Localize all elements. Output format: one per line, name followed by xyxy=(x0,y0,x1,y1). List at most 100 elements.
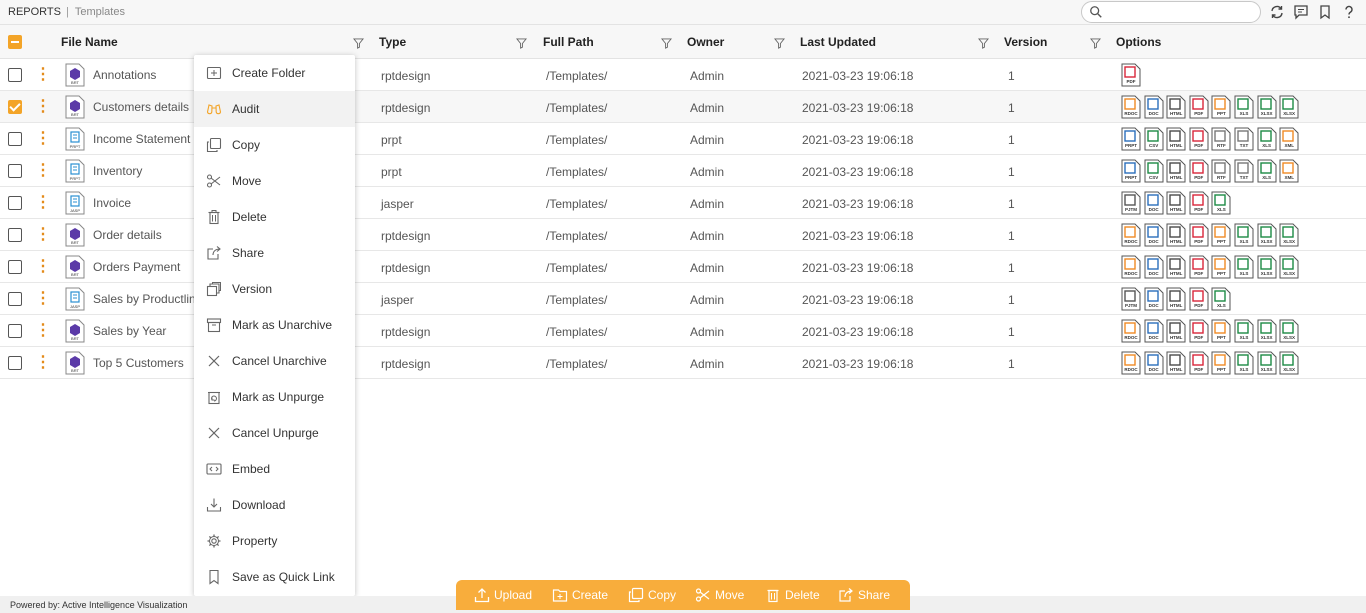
menu-item-move[interactable]: Move xyxy=(194,163,355,199)
menu-item-delete[interactable]: Delete xyxy=(194,199,355,235)
format-rdoc-icon[interactable]: RDOC xyxy=(1121,319,1141,343)
format-xls-icon[interactable]: XLS xyxy=(1234,223,1254,247)
format-txt-icon[interactable]: TXT xyxy=(1234,159,1254,183)
filter-icon[interactable] xyxy=(1090,38,1101,49)
menu-item-version[interactable]: Version xyxy=(194,271,355,307)
format-html-icon[interactable]: HTML xyxy=(1166,351,1186,375)
format-rdoc-icon[interactable]: RDOC xyxy=(1121,223,1141,247)
format-doc-icon[interactable]: DOC xyxy=(1144,319,1164,343)
format-xlsx-icon[interactable]: XLSX xyxy=(1257,319,1277,343)
format-xlsx-icon[interactable]: XLSX xyxy=(1279,223,1299,247)
menu-item-audit[interactable]: Audit xyxy=(194,91,355,127)
format-txt-icon[interactable]: TXT xyxy=(1234,127,1254,151)
format-pdf-icon[interactable]: PDF xyxy=(1189,95,1209,119)
file-name[interactable]: Invoice xyxy=(93,196,197,210)
menu-item-save-as-quick-link[interactable]: Save as Quick Link xyxy=(194,559,355,595)
filter-icon[interactable] xyxy=(516,38,527,49)
format-html-icon[interactable]: HTML xyxy=(1166,319,1186,343)
file-name[interactable]: Annotations xyxy=(93,68,197,82)
format-pdf-icon[interactable]: PDF xyxy=(1189,255,1209,279)
format-pdf-icon[interactable]: PDF xyxy=(1189,191,1209,215)
filter-icon[interactable] xyxy=(353,38,364,49)
row-menu-icon[interactable]: ⋮ xyxy=(35,322,51,340)
row-checkbox[interactable] xyxy=(8,196,22,210)
format-doc-icon[interactable]: DOC xyxy=(1144,287,1164,311)
format-doc-icon[interactable]: DOC xyxy=(1144,95,1164,119)
file-name[interactable]: Customers details xyxy=(93,100,197,114)
column-file-name[interactable]: File Name xyxy=(61,35,118,49)
row-menu-icon[interactable]: ⋮ xyxy=(35,226,51,244)
format-pdf-icon[interactable]: PDF xyxy=(1121,63,1141,87)
format-doc-icon[interactable]: DOC xyxy=(1144,223,1164,247)
select-all-checkbox[interactable] xyxy=(8,35,22,49)
menu-item-create-folder[interactable]: Create Folder xyxy=(194,55,355,91)
format-xls-icon[interactable]: XLS xyxy=(1234,95,1254,119)
format-xml-icon[interactable]: XML xyxy=(1279,127,1299,151)
file-name[interactable]: Sales by Productline xyxy=(93,292,197,306)
format-html-icon[interactable]: HTML xyxy=(1166,287,1186,311)
format-pdf-icon[interactable]: PDF xyxy=(1189,351,1209,375)
breadcrumb-root[interactable]: REPORTS xyxy=(8,6,61,18)
format-doc-icon[interactable]: DOC xyxy=(1144,255,1164,279)
format-xls-icon[interactable]: XLS xyxy=(1234,255,1254,279)
format-ppt-icon[interactable]: PPT xyxy=(1211,95,1231,119)
row-checkbox[interactable] xyxy=(8,68,22,82)
file-name[interactable]: Inventory xyxy=(93,164,197,178)
format-ppt-icon[interactable]: PPT xyxy=(1211,255,1231,279)
row-menu-icon[interactable]: ⋮ xyxy=(35,194,51,212)
filter-icon[interactable] xyxy=(978,38,989,49)
column-owner[interactable]: Owner xyxy=(687,35,724,49)
menu-item-mark-as-unpurge[interactable]: Mark as Unpurge xyxy=(194,379,355,415)
format-xlsx-icon[interactable]: XLSX xyxy=(1279,319,1299,343)
column-last-updated[interactable]: Last Updated xyxy=(800,35,876,49)
menu-item-download[interactable]: Download xyxy=(194,487,355,523)
menu-item-cancel-unpurge[interactable]: Cancel Unpurge xyxy=(194,415,355,451)
format-html-icon[interactable]: HTML xyxy=(1166,127,1186,151)
format-xlsx-icon[interactable]: XLSX xyxy=(1279,95,1299,119)
row-menu-icon[interactable]: ⋮ xyxy=(35,354,51,372)
file-name[interactable]: Orders Payment xyxy=(93,260,197,274)
menu-item-share[interactable]: Share xyxy=(194,235,355,271)
format-doc-icon[interactable]: DOC xyxy=(1144,191,1164,215)
format-xls-icon[interactable]: XLS xyxy=(1211,191,1231,215)
format-html-icon[interactable]: HTML xyxy=(1166,255,1186,279)
refresh-icon[interactable] xyxy=(1269,4,1285,20)
file-name[interactable]: Top 5 Customers xyxy=(93,356,197,370)
menu-item-mark-as-unarchive[interactable]: Mark as Unarchive xyxy=(194,307,355,343)
row-menu-icon[interactable]: ⋮ xyxy=(35,162,51,180)
row-checkbox[interactable] xyxy=(8,260,22,274)
row-menu-icon[interactable]: ⋮ xyxy=(35,258,51,276)
menu-item-copy[interactable]: Copy xyxy=(194,127,355,163)
row-checkbox[interactable] xyxy=(8,164,22,178)
column-type[interactable]: Type xyxy=(379,35,406,49)
column-version[interactable]: Version xyxy=(1004,35,1047,49)
format-xlsx-icon[interactable]: XLSX xyxy=(1279,351,1299,375)
format-pdf-icon[interactable]: PDF xyxy=(1189,319,1209,343)
format-prpt-icon[interactable]: PRPT xyxy=(1121,159,1141,183)
format-html-icon[interactable]: HTML xyxy=(1166,159,1186,183)
format-ppt-icon[interactable]: PPT xyxy=(1211,223,1231,247)
format-doc-icon[interactable]: DOC xyxy=(1144,351,1164,375)
format-rtf-icon[interactable]: RTF xyxy=(1211,127,1231,151)
format-csv-icon[interactable]: CSV xyxy=(1144,127,1164,151)
format-xlsx-icon[interactable]: XLSX xyxy=(1257,95,1277,119)
format-rdoc-icon[interactable]: RDOC xyxy=(1121,95,1141,119)
format-rtf-icon[interactable]: RTF xyxy=(1211,159,1231,183)
format-xls-icon[interactable]: XLS xyxy=(1211,287,1231,311)
format-xlsx-icon[interactable]: XLSX xyxy=(1279,255,1299,279)
row-checkbox[interactable] xyxy=(8,356,22,370)
search-input[interactable] xyxy=(1106,4,1256,20)
format-pjtm-icon[interactable]: PJTM xyxy=(1121,191,1141,215)
format-xls-icon[interactable]: XLS xyxy=(1234,351,1254,375)
file-name[interactable]: Income Statement xyxy=(93,132,197,146)
help-icon[interactable] xyxy=(1341,4,1357,20)
row-checkbox[interactable] xyxy=(8,100,22,114)
format-xlsx-icon[interactable]: XLSX xyxy=(1257,255,1277,279)
row-checkbox[interactable] xyxy=(8,132,22,146)
comment-icon[interactable] xyxy=(1293,4,1309,20)
format-pdf-icon[interactable]: PDF xyxy=(1189,159,1209,183)
format-ppt-icon[interactable]: PPT xyxy=(1211,319,1231,343)
format-xls-icon[interactable]: XLS xyxy=(1234,319,1254,343)
column-full-path[interactable]: Full Path xyxy=(543,35,594,49)
file-name[interactable]: Sales by Year xyxy=(93,324,197,338)
